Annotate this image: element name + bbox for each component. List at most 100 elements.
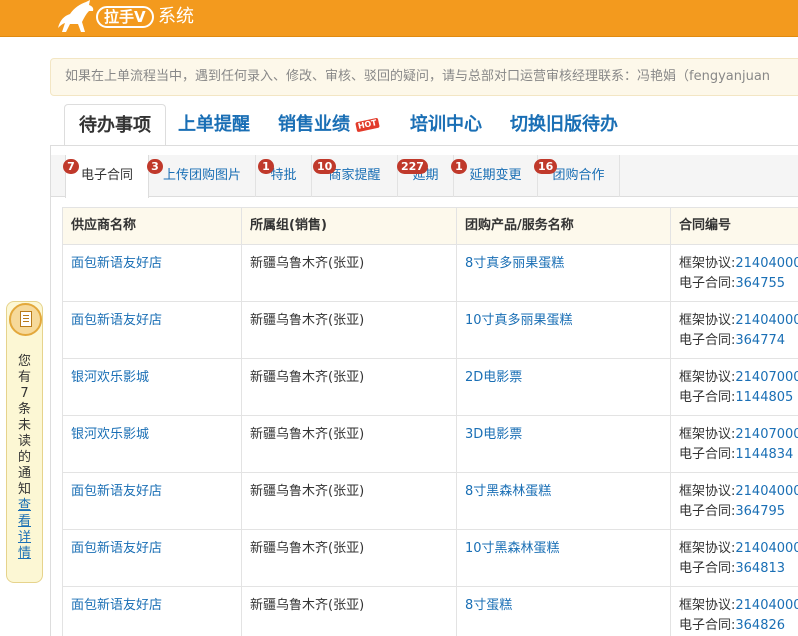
framework-number-link[interactable]: 21404000 — [735, 541, 798, 556]
notification-char: 7 — [20, 386, 29, 401]
subtab-label: 特批 — [270, 168, 297, 183]
framework-label: 框架协议: — [679, 370, 736, 385]
tab-switch-old-todo[interactable]: 切换旧版待办 — [510, 104, 618, 146]
todo-panel: 电子合同 上传团购图片 特批 商家提醒 延期 延期变更 团购合作 7 3 1 1… — [50, 145, 798, 636]
contract-number-link[interactable]: 364813 — [735, 561, 785, 576]
system-title: 系统 — [158, 6, 194, 27]
document-icon — [9, 303, 42, 336]
product-link[interactable]: 8寸黑森林蛋糕 — [465, 484, 551, 499]
table-row: 面包新语友好店 新疆乌鲁木齐(张亚) 8寸真多丽果蛋糕 框架协议:2140400… — [62, 244, 798, 302]
tab-todo[interactable]: 待办事项 — [64, 104, 166, 146]
framework-number-link[interactable]: 21404000 — [735, 313, 798, 328]
count-badge: 10 — [313, 159, 337, 174]
table-row: 面包新语友好店 新疆乌鲁木齐(张亚) 8寸黑森林蛋糕 框架协议:21404000… — [62, 472, 798, 530]
framework-number-link[interactable]: 21404000 — [735, 598, 798, 613]
supplier-link[interactable]: 面包新语友好店 — [71, 598, 162, 613]
count-badge: 1 — [258, 159, 274, 174]
group-cell: 新疆乌鲁木齐(张亚) — [241, 358, 457, 416]
framework-label: 框架协议: — [679, 598, 736, 613]
subtab-label: 上传团购图片 — [162, 168, 241, 183]
notification-text: 您 有 7 条 未 读 的 通 知 查 看 详 情 — [7, 354, 42, 562]
contract-cell: 框架协议:21407000 电子合同:1144805 — [670, 358, 798, 416]
contract-label: 电子合同: — [679, 618, 736, 633]
group-cell: 新疆乌鲁木齐(张亚) — [241, 301, 457, 359]
contract-label: 电子合同: — [679, 390, 736, 405]
product-link[interactable]: 8寸蛋糕 — [465, 598, 512, 613]
contract-number-link[interactable]: 1144805 — [735, 390, 793, 405]
top-header: 拉手V 系统 — [0, 0, 798, 37]
group-cell: 新疆乌鲁木齐(张亚) — [241, 586, 457, 636]
tab-listing-reminder[interactable]: 上单提醒 — [178, 104, 250, 146]
notification-char: 通 — [17, 466, 31, 481]
framework-label: 框架协议: — [679, 256, 736, 271]
product-link[interactable]: 2D电影票 — [465, 370, 522, 385]
contract-number-link[interactable]: 364826 — [735, 618, 785, 633]
table-row: 银河欢乐影城 新疆乌鲁木齐(张亚) 3D电影票 框架协议:21407000 电子… — [62, 415, 798, 473]
horse-logo-icon — [58, 0, 94, 32]
table-row: 面包新语友好店 新疆乌鲁木齐(张亚) 10寸真多丽果蛋糕 框架协议:214040… — [62, 301, 798, 359]
subtab-label: 延期变更 — [469, 168, 522, 183]
table-row: 银河欢乐影城 新疆乌鲁木齐(张亚) 2D电影票 框架协议:21407000 电子… — [62, 358, 798, 416]
tab-sales-performance[interactable]: 销售业绩 — [278, 104, 350, 146]
notification-char: 您 — [17, 354, 31, 369]
main-tabs: 待办事项 上单提醒 销售业绩 HOT 培训中心 切换旧版待办 — [50, 104, 798, 146]
link-char: 查 — [17, 498, 31, 513]
contract-table: 供应商名称 所属组(销售) 团购产品/服务名称 合同编号 面包新语友好店 新疆乌… — [62, 207, 798, 636]
group-cell: 新疆乌鲁木齐(张亚) — [241, 244, 457, 302]
unread-notification-widget[interactable]: 您 有 7 条 未 读 的 通 知 查 看 详 情 — [6, 301, 43, 583]
framework-number-link[interactable]: 21404000 — [735, 256, 798, 271]
supplier-link[interactable]: 银河欢乐影城 — [71, 370, 149, 385]
tab-training-center[interactable]: 培训中心 — [410, 104, 482, 146]
logo-badge: 拉手V — [96, 6, 154, 28]
supplier-link[interactable]: 面包新语友好店 — [71, 484, 162, 499]
notification-char: 未 — [17, 418, 31, 433]
contract-number-link[interactable]: 1144834 — [735, 447, 793, 462]
count-badge: 1 — [451, 159, 467, 174]
header-supplier: 供应商名称 — [62, 207, 242, 245]
group-cell: 新疆乌鲁木齐(张亚) — [241, 415, 457, 473]
framework-label: 框架协议: — [679, 427, 736, 442]
count-badge: 7 — [63, 159, 79, 174]
framework-label: 框架协议: — [679, 484, 736, 499]
group-cell: 新疆乌鲁木齐(张亚) — [241, 529, 457, 587]
contract-label: 电子合同: — [679, 447, 736, 462]
notification-char: 有 — [17, 370, 31, 385]
group-cell: 新疆乌鲁木齐(张亚) — [241, 472, 457, 530]
sub-tabs: 电子合同 上传团购图片 特批 商家提醒 延期 延期变更 团购合作 7 3 1 1… — [51, 155, 798, 198]
subtab-label: 商家提醒 — [328, 168, 381, 183]
product-link[interactable]: 10寸真多丽果蛋糕 — [465, 313, 573, 328]
subtab-label: 团购合作 — [552, 168, 605, 183]
contract-cell: 框架协议:21404000 电子合同:364774 — [670, 301, 798, 359]
header-product: 团购产品/服务名称 — [456, 207, 671, 245]
supplier-link[interactable]: 银河欢乐影城 — [71, 427, 149, 442]
contract-cell: 框架协议:21404000 电子合同:364755 — [670, 244, 798, 302]
supplier-link[interactable]: 面包新语友好店 — [71, 256, 162, 271]
contract-label: 电子合同: — [679, 276, 736, 291]
framework-number-link[interactable]: 21404000 — [735, 484, 798, 499]
supplier-link[interactable]: 面包新语友好店 — [71, 313, 162, 328]
contract-number-link[interactable]: 364755 — [735, 276, 785, 291]
contract-number-link[interactable]: 364795 — [735, 504, 785, 519]
subtab-upload-images[interactable]: 上传团购图片 — [149, 155, 256, 197]
framework-label: 框架协议: — [679, 313, 736, 328]
contract-label: 电子合同: — [679, 333, 736, 348]
contract-number-link[interactable]: 364774 — [735, 333, 785, 348]
subtab-extension-change[interactable]: 延期变更 — [454, 155, 538, 197]
table-header-row: 供应商名称 所属组(销售) 团购产品/服务名称 合同编号 — [62, 207, 798, 245]
framework-number-link[interactable]: 21407000 — [735, 427, 798, 442]
supplier-link[interactable]: 面包新语友好店 — [71, 541, 162, 556]
framework-label: 框架协议: — [679, 541, 736, 556]
table-row: 面包新语友好店 新疆乌鲁木齐(张亚) 10寸黑森林蛋糕 框架协议:2140400… — [62, 529, 798, 587]
product-link[interactable]: 10寸黑森林蛋糕 — [465, 541, 560, 556]
header-contract-no: 合同编号 — [670, 207, 798, 245]
link-char: 看 — [17, 514, 31, 529]
product-link[interactable]: 3D电影票 — [465, 427, 522, 442]
product-link[interactable]: 8寸真多丽果蛋糕 — [465, 256, 564, 271]
contract-label: 电子合同: — [679, 561, 736, 576]
notification-char: 条 — [17, 402, 31, 417]
framework-number-link[interactable]: 21407000 — [735, 370, 798, 385]
contract-cell: 框架协议:21404000 电子合同:364795 — [670, 472, 798, 530]
count-badge: 227 — [397, 159, 428, 174]
view-details-link[interactable]: 查 看 详 情 — [7, 498, 42, 562]
subtab-label: 电子合同 — [80, 168, 133, 183]
